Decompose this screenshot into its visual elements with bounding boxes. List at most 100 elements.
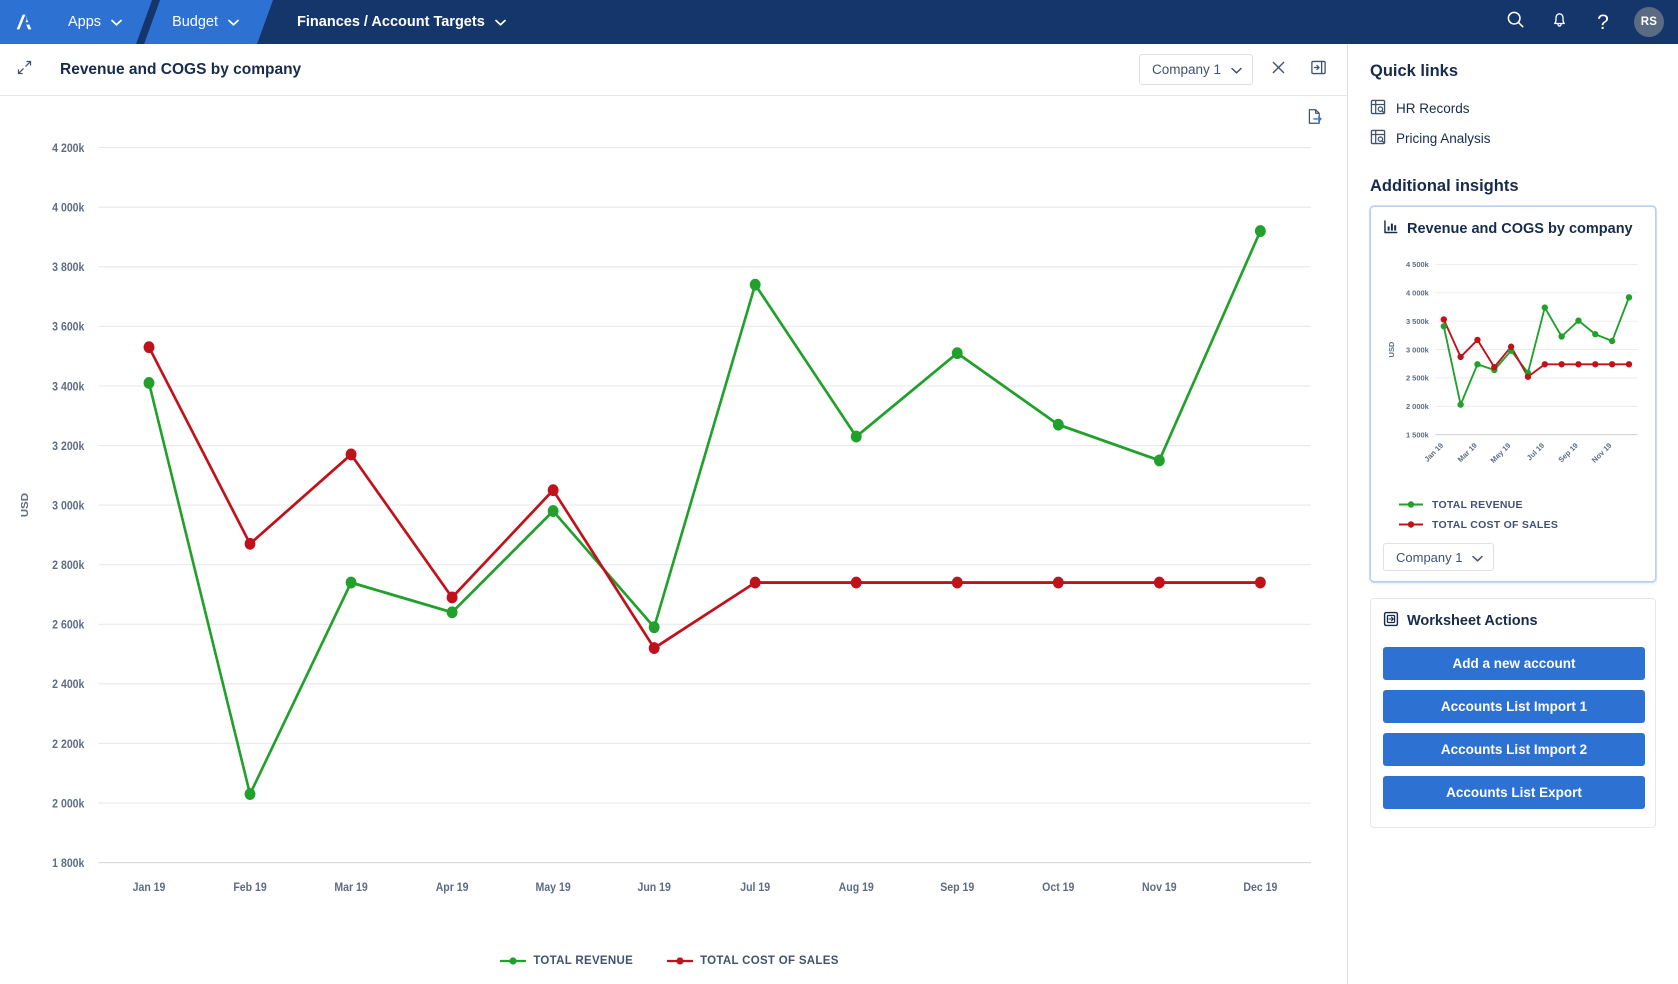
accounts-list-import-2-button[interactable]: Accounts List Import 2 — [1383, 733, 1645, 766]
nav-right-actions: ? RS — [1496, 0, 1678, 44]
mini-legend-item-cost[interactable]: TOTAL COST OF SALES — [1399, 519, 1643, 531]
svg-text:USD: USD — [20, 493, 31, 517]
svg-text:Jun 19: Jun 19 — [637, 882, 670, 895]
grid-search-icon — [1370, 99, 1386, 118]
quick-link-hr-records[interactable]: HR Records — [1370, 93, 1656, 123]
chart-region: 1 800k 2 000k 2 200k 2 400k 2 600k 2 800k 3 00… — [0, 96, 1347, 984]
right-sidebar: Quick links HR Records Pricing Analysis … — [1348, 44, 1678, 984]
svg-text:3 800k: 3 800k — [52, 262, 85, 275]
svg-text:Jan 19: Jan 19 — [1422, 441, 1445, 464]
legend-item-cost[interactable]: TOTAL COST OF SALES — [667, 955, 839, 967]
svg-text:Jan 19: Jan 19 — [133, 882, 166, 895]
svg-text:Mar 19: Mar 19 — [334, 882, 367, 895]
quick-link-label: HR Records — [1396, 100, 1470, 116]
svg-text:3 500k: 3 500k — [1406, 317, 1430, 326]
help-icon: ? — [1597, 10, 1609, 34]
close-button[interactable] — [1263, 55, 1293, 85]
company-selector[interactable]: Company 1 — [1138, 54, 1253, 85]
svg-text:Nov 19: Nov 19 — [1590, 441, 1614, 465]
chevron-down-icon — [111, 14, 122, 30]
legend-label-cost: TOTAL COST OF SALES — [700, 955, 839, 967]
svg-text:Nov 19: Nov 19 — [1142, 882, 1177, 895]
mini-legend-label-revenue: TOTAL REVENUE — [1432, 499, 1523, 511]
nav-budget-label: Budget — [172, 14, 219, 30]
main-chart[interactable]: 1 800k 2 000k 2 200k 2 400k 2 600k 2 800k 3 00… — [6, 130, 1333, 944]
svg-text:2 600k: 2 600k — [52, 619, 85, 632]
legend-marker-revenue — [1399, 500, 1425, 510]
svg-text:Sep 19: Sep 19 — [1556, 441, 1579, 464]
svg-text:2 800k: 2 800k — [52, 560, 85, 573]
svg-text:USD: USD — [1387, 341, 1396, 357]
collapse-icon — [16, 59, 33, 81]
svg-text:3 000k: 3 000k — [52, 500, 85, 513]
breadcrumb: Finances / Account Targets — [297, 14, 485, 30]
chevron-down-icon — [1231, 62, 1242, 77]
worksheet-actions-title: Worksheet Actions — [1407, 613, 1538, 629]
chevron-down-icon — [1472, 550, 1484, 565]
chart-card-header: Revenue and COGS by company Company 1 — [0, 44, 1347, 96]
insight-card[interactable]: Revenue and COGS by company 1 500k 2 000k… — [1370, 206, 1656, 582]
svg-text:2 000k: 2 000k — [52, 798, 85, 811]
svg-text:4 000k: 4 000k — [1406, 289, 1430, 298]
svg-text:1 500k: 1 500k — [1406, 430, 1430, 439]
quick-links-title: Quick links — [1370, 62, 1459, 80]
legend-marker-cost — [667, 956, 694, 966]
add-new-account-button[interactable]: Add a new account — [1383, 647, 1645, 680]
quick-link-pricing-analysis[interactable]: Pricing Analysis — [1370, 123, 1656, 153]
insight-legend: TOTAL REVENUE TOTAL COST OF SALES — [1383, 497, 1643, 531]
svg-text:Aug 19: Aug 19 — [839, 882, 874, 895]
mini-legend-item-revenue[interactable]: TOTAL REVENUE — [1399, 499, 1643, 511]
svg-text:2 500k: 2 500k — [1406, 374, 1430, 383]
svg-text:2 000k: 2 000k — [1406, 402, 1430, 411]
page-title: Revenue and COGS by company — [60, 60, 302, 78]
legend-item-revenue[interactable]: TOTAL REVENUE — [500, 955, 633, 967]
accounts-list-import-1-button[interactable]: Accounts List Import 1 — [1383, 690, 1645, 723]
legend-marker-revenue — [500, 956, 527, 966]
svg-text:Feb 19: Feb 19 — [233, 882, 266, 895]
expand-panel-button[interactable] — [1303, 55, 1333, 85]
insight-company-selector[interactable]: Company 1 — [1383, 543, 1495, 571]
svg-text:4 000k: 4 000k — [52, 202, 85, 215]
collapse-button[interactable] — [10, 56, 38, 84]
insight-company-selector-value: Company 1 — [1396, 549, 1463, 565]
main-chart-svg: 1 800k 2 000k 2 200k 2 400k 2 600k 2 800k 3 00… — [20, 143, 1311, 895]
close-icon — [1271, 60, 1286, 80]
accounts-list-export-button[interactable]: Accounts List Export — [1383, 776, 1645, 809]
svg-text:Mar 19: Mar 19 — [1456, 441, 1479, 464]
nav-apps-menu[interactable]: Apps — [48, 0, 152, 44]
bar-chart-icon — [1383, 219, 1399, 239]
avatar[interactable]: RS — [1634, 7, 1664, 37]
anaplan-logo-icon — [16, 14, 32, 30]
expand-panel-icon — [1310, 59, 1327, 81]
bell-icon — [1550, 10, 1569, 34]
svg-text:Sep 19: Sep 19 — [940, 882, 974, 895]
additional-insights-title: Additional insights — [1370, 177, 1519, 195]
svg-text:3 600k: 3 600k — [52, 321, 85, 334]
worksheet-icon — [1383, 611, 1399, 631]
chart-toolbar — [6, 104, 1333, 130]
svg-text:1 800k: 1 800k — [52, 858, 85, 871]
main-chart-panel: Revenue and COGS by company Company 1 1 … — [0, 44, 1348, 984]
chevron-down-icon — [494, 14, 506, 30]
svg-text:Jul 19: Jul 19 — [740, 882, 770, 895]
nav-budget-menu[interactable]: Budget — [144, 0, 273, 44]
help-button[interactable]: ? — [1584, 3, 1622, 41]
page-body: Revenue and COGS by company Company 1 1 … — [0, 44, 1678, 984]
quick-link-label: Pricing Analysis — [1396, 130, 1491, 146]
nav-breadcrumb-menu[interactable]: Finances / Account Targets — [263, 0, 536, 44]
top-navigation-bar: Apps Budget Finances / Account Targets ?… — [0, 0, 1678, 44]
search-button[interactable] — [1496, 3, 1534, 41]
svg-text:2 200k: 2 200k — [52, 738, 85, 751]
worksheet-actions-card: Worksheet Actions Add a new account Acco… — [1370, 598, 1656, 828]
svg-text:3 200k: 3 200k — [52, 441, 85, 454]
legend-marker-cost — [1399, 520, 1425, 530]
svg-text:Jul 19: Jul 19 — [1525, 441, 1546, 462]
svg-text:4 200k: 4 200k — [52, 143, 85, 156]
insight-card-footer: Company 1 — [1383, 543, 1643, 571]
app-logo[interactable] — [0, 0, 48, 44]
insight-mini-chart: 1 500k 2 000k 2 500k 3 000k 3 500k 4 000k 4 50… — [1387, 260, 1638, 465]
svg-text:3 000k: 3 000k — [1406, 345, 1430, 354]
notifications-button[interactable] — [1540, 3, 1578, 41]
export-document-icon — [1306, 108, 1323, 130]
